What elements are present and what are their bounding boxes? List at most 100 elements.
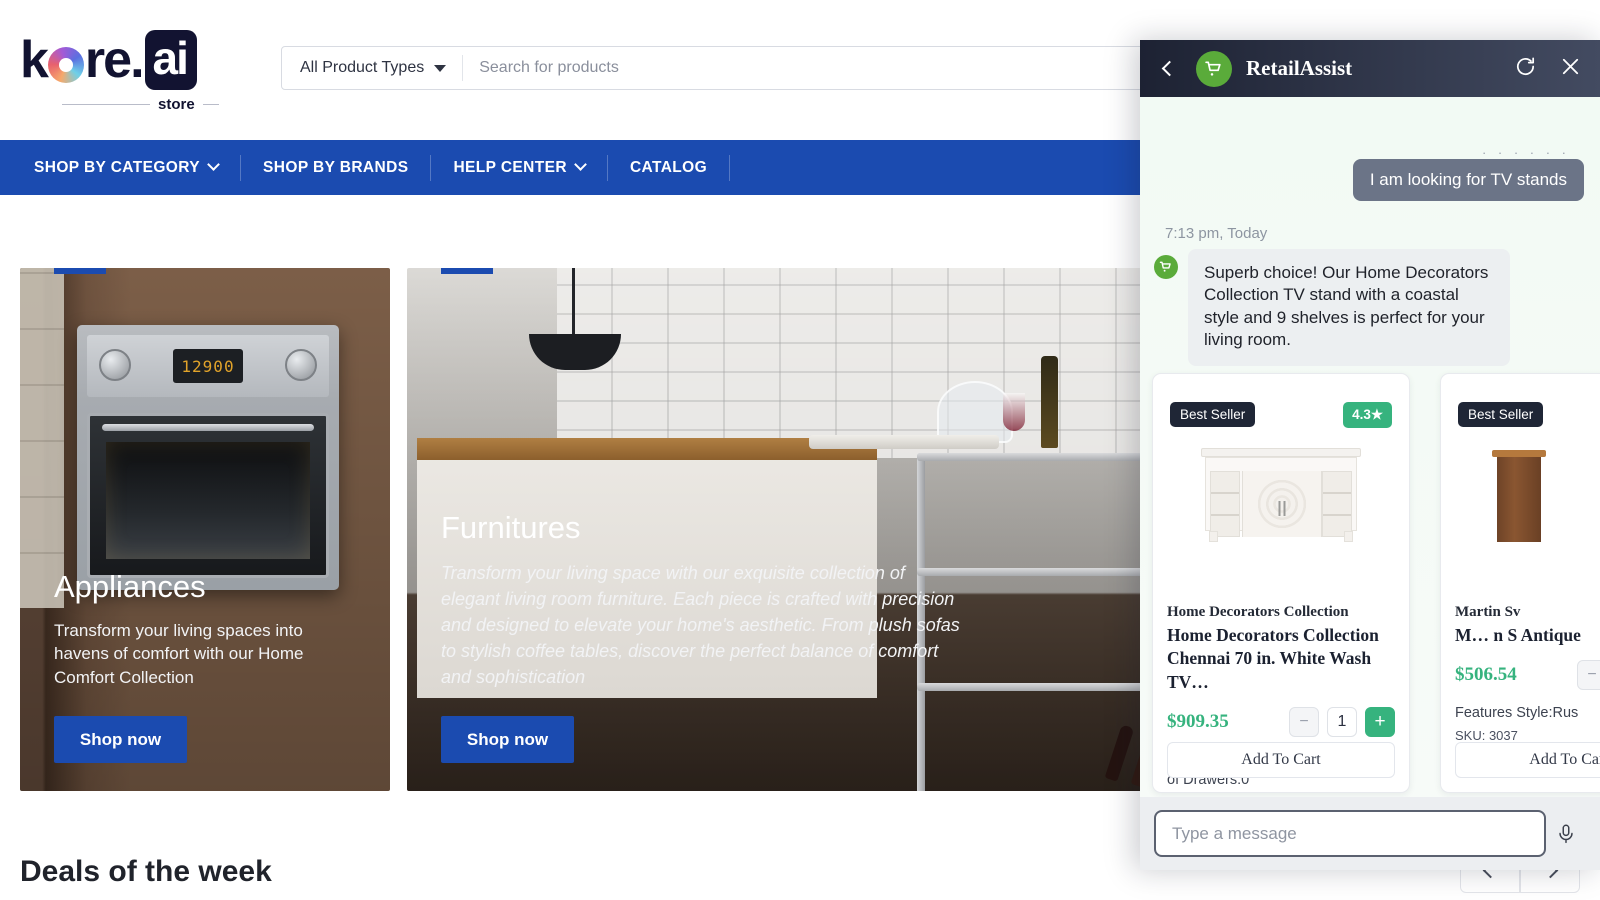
oven-knob-left — [99, 349, 131, 381]
bot-message-avatar — [1154, 255, 1178, 279]
oven-illustration: 12900 — [77, 325, 339, 590]
hero-description: Transform your living space with our exq… — [441, 562, 960, 687]
hero-title: Furnitures — [441, 509, 581, 545]
logo-wordmark: k re . ai — [20, 30, 280, 90]
chat-message-input[interactable] — [1154, 810, 1546, 857]
chat-microphone-button[interactable] — [1546, 823, 1586, 845]
product-title: Home Decorators Collection Chennai 70 in… — [1167, 625, 1379, 692]
chat-message-bot-row: Superb choice! Our Home Decorators Colle… — [1154, 249, 1586, 366]
nav-label: SHOP BY BRANDS — [263, 158, 409, 176]
product-image — [1153, 430, 1409, 600]
product-features: Features Style:Rus — [1455, 705, 1579, 722]
oven-door — [87, 413, 329, 578]
product-carousel[interactable]: Best Seller 4.3★ Home Decorators Collect… — [1140, 369, 1600, 797]
nav-item-shop-by-brands[interactable]: SHOP BY BRANDS — [241, 154, 432, 181]
hero-card-appliances[interactable]: 12900 Appliances Transform your living s… — [20, 268, 390, 791]
oven-glass — [106, 442, 310, 559]
shop-now-button-furnitures[interactable]: Shop now — [441, 716, 574, 763]
quantity-decrease-button[interactable]: − — [1289, 707, 1319, 738]
logo-dot: . — [130, 31, 145, 89]
chat-header: RetailAssist — [1140, 40, 1600, 97]
chat-message-area[interactable]: · · · · · · I am looking for TV stands 7… — [1140, 97, 1600, 797]
chat-message-user: I am looking for TV stands — [1352, 159, 1584, 201]
quantity-increase-button[interactable]: + — [1365, 707, 1395, 738]
tv-console-illustration — [1201, 448, 1361, 544]
product-price: $909.35 — [1167, 711, 1229, 733]
product-price: $506.54 — [1455, 664, 1517, 686]
glass-cloche — [937, 381, 1013, 443]
logo[interactable]: k re . ai store — [20, 30, 280, 113]
chat-close-button[interactable] — [1559, 55, 1582, 83]
chat-header-actions — [1514, 55, 1582, 83]
add-to-cart-button[interactable]: Add To Cart — [1167, 742, 1395, 778]
kitchen-wall-decor — [20, 268, 64, 608]
product-brand: Martin Sv — [1455, 604, 1521, 620]
refresh-icon — [1516, 56, 1535, 75]
tile-wall-decor — [557, 268, 1197, 458]
logo-store-text: store — [158, 96, 195, 113]
oven-knob-right — [285, 349, 317, 381]
logo-rule-right — [202, 104, 219, 105]
oven-display: 12900 — [173, 349, 243, 383]
serving-board — [809, 435, 999, 449]
chevron-down-icon — [434, 64, 447, 72]
shop-now-button-appliances[interactable]: Shop now — [54, 716, 187, 763]
chevron-down-icon — [207, 158, 220, 171]
chat-title: RetailAssist — [1246, 56, 1353, 80]
hero-text-furnitures: Furnitures Transform your living space w… — [441, 510, 961, 763]
product-card[interactable]: Best Seller 4.3★ Home Decorators Collect… — [1152, 373, 1410, 797]
status-badge-best-seller: Best Seller — [1170, 402, 1256, 427]
quantity-stepper: − 1 + — [1577, 660, 1600, 691]
product-type-dropdown[interactable]: All Product Types — [282, 55, 464, 81]
quantity-decrease-button[interactable]: − — [1577, 660, 1600, 691]
shopping-cart-icon — [1159, 261, 1171, 272]
nav-label: SHOP BY CATEGORY — [34, 158, 201, 176]
shopping-cart-icon — [1205, 61, 1221, 76]
logo-re: re — [84, 31, 132, 89]
hero-tab-indicator — [54, 268, 106, 274]
product-price-row: $909.35 − 1 + — [1167, 707, 1395, 738]
hero-description: Transform your living spaces into havens… — [54, 620, 304, 688]
chat-message-timestamp: 7:13 pm, Today — [1165, 225, 1268, 242]
logo-subtitle: store — [20, 96, 280, 113]
chat-back-button[interactable] — [1158, 58, 1180, 80]
wine-bottle — [1041, 356, 1058, 448]
close-icon — [1562, 58, 1579, 74]
add-to-cart-button[interactable]: Add To Cart — [1455, 742, 1600, 778]
product-price-row: $506.54 − 1 + — [1455, 660, 1600, 691]
island-countertop — [417, 438, 877, 460]
chevron-left-icon — [1161, 60, 1177, 77]
product-image — [1441, 430, 1600, 600]
logo-gradient-o-icon — [47, 47, 84, 83]
quantity-value[interactable]: 1 — [1327, 707, 1357, 738]
microphone-icon — [1559, 824, 1573, 843]
lamp-cord — [572, 268, 575, 338]
product-brand: Home Decorators Collection — [1167, 604, 1349, 620]
chat-bot-avatar — [1196, 50, 1232, 87]
chat-refresh-button[interactable] — [1514, 55, 1537, 83]
hero-tab-indicator — [441, 268, 493, 274]
chat-composer — [1140, 797, 1600, 870]
status-badge-best-seller: Best Seller — [1458, 402, 1544, 427]
hero-title: Appliances — [54, 568, 206, 604]
product-card[interactable]: Best Seller Martin Sv M… n S Antique $50… — [1440, 373, 1600, 793]
product-type-label: All Product Types — [300, 59, 425, 76]
wood-bookcase-illustration — [1492, 450, 1546, 542]
deals-of-the-week-heading: Deals of the week — [20, 855, 272, 888]
logo-ai: ai — [144, 30, 197, 90]
quantity-stepper: − 1 + — [1289, 707, 1395, 738]
status-badge-rating: 4.3★ — [1343, 402, 1392, 428]
nav-item-catalog[interactable]: CATALOG — [608, 154, 731, 181]
nav-item-shop-by-category[interactable]: SHOP BY CATEGORY — [20, 154, 242, 181]
hero-text-appliances: Appliances Transform your living spaces … — [54, 569, 354, 763]
previous-message-cutoff: · · · · · · — [1481, 145, 1570, 155]
nav-item-help-center[interactable]: HELP CENTER — [431, 154, 608, 181]
logo-k: k — [20, 31, 49, 89]
chat-widget: RetailAssist · · · · · · I am looking fo… — [1140, 40, 1600, 870]
product-info: Martin Sv M… n S Antique $506.54 − 1 + F… — [1455, 604, 1600, 743]
chevron-down-icon — [574, 158, 587, 171]
wine-glass — [1003, 393, 1025, 431]
nav-label: CATALOG — [629, 158, 708, 176]
oven-handle — [102, 424, 314, 431]
logo-rule-left — [62, 104, 150, 105]
